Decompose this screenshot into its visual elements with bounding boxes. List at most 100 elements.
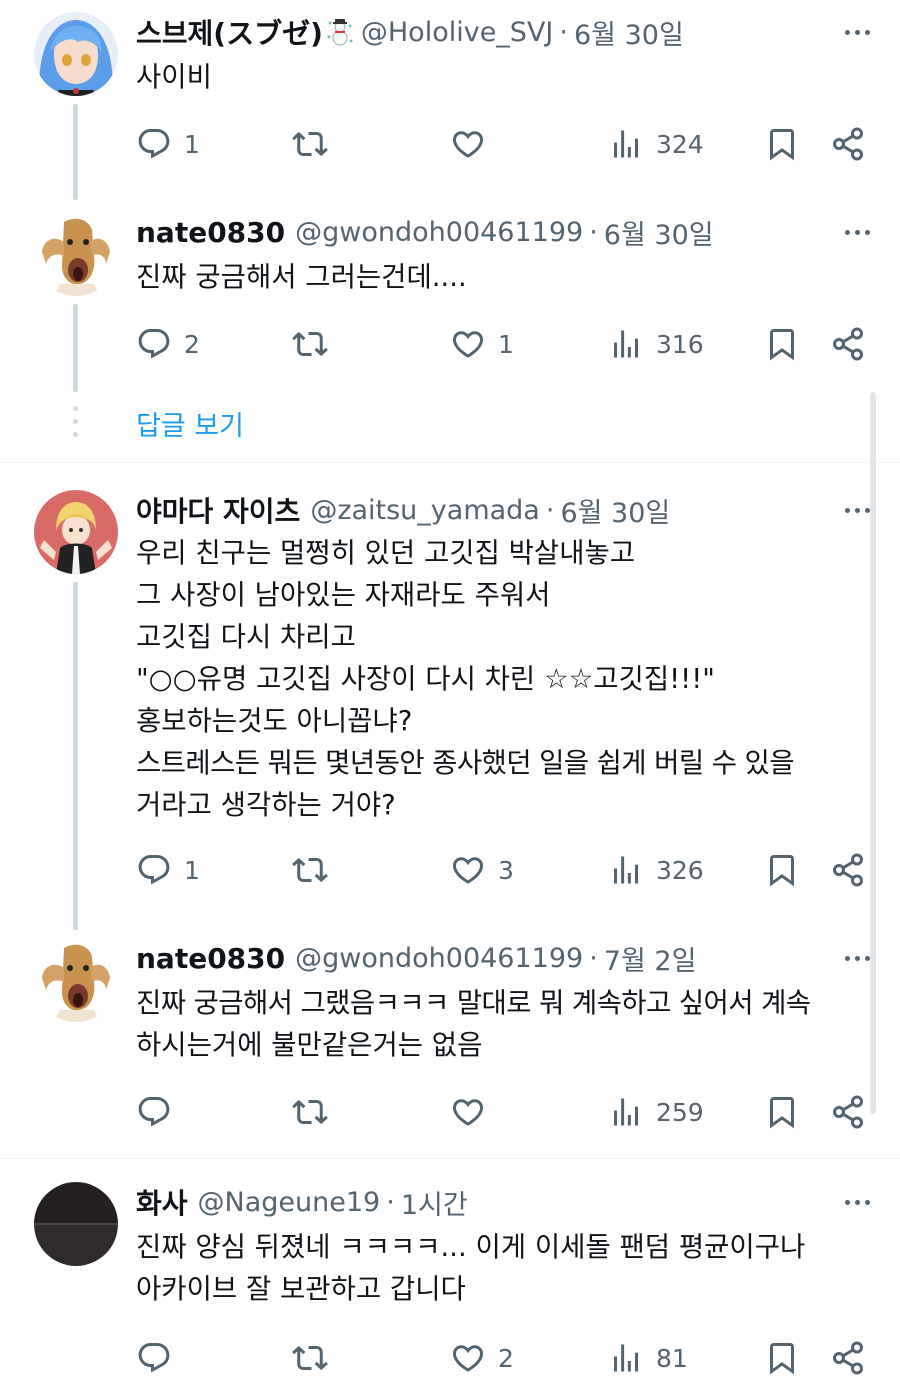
- separator-dot: ·: [559, 16, 568, 48]
- views-button[interactable]: 259: [608, 1092, 704, 1132]
- tweet-header: nate0830 @gwondoh00461199 · 7월 2일: [136, 938, 870, 978]
- bookmark-button[interactable]: [764, 1338, 800, 1378]
- like-button[interactable]: 2: [450, 1338, 514, 1378]
- retweet-icon: [292, 1340, 328, 1376]
- action-bar: 1 324: [136, 124, 876, 164]
- reply-button[interactable]: [136, 1338, 184, 1378]
- retweet-icon: [292, 852, 328, 888]
- share-icon: [830, 126, 866, 162]
- heart-icon: [450, 1340, 486, 1376]
- retweet-button[interactable]: [292, 124, 340, 164]
- tweet-header: nate0830 @gwondoh00461199 · 6월 30일: [136, 212, 870, 252]
- retweet-button[interactable]: [292, 850, 340, 890]
- timestamp[interactable]: 1시간: [401, 1183, 468, 1222]
- heart-icon: [450, 126, 486, 162]
- more-options-icon[interactable]: [845, 1182, 870, 1222]
- tweet-header: 스브제(スブゼ) @Hololive_SVJ · 6월 30일: [136, 12, 870, 52]
- avatar[interactable]: [34, 490, 118, 574]
- bookmark-button[interactable]: [764, 1092, 800, 1132]
- share-button[interactable]: [830, 124, 866, 164]
- view-count: 316: [656, 329, 704, 359]
- reply-count: 1: [184, 855, 200, 885]
- display-name[interactable]: 스브제(スブゼ): [136, 12, 323, 52]
- reply-button[interactable]: 1: [136, 850, 200, 890]
- action-bar: 1 3 326: [136, 850, 876, 890]
- display-name[interactable]: nate0830: [136, 216, 285, 249]
- handle[interactable]: @gwondoh00461199: [295, 217, 583, 248]
- separator-dot: ·: [589, 942, 598, 974]
- more-options-icon[interactable]: [845, 12, 870, 52]
- tweet-text: 우리 친구는 멀쩡히 있던 고깃집 박살내놓고 그 사장이 남아있는 자재라도 …: [136, 532, 874, 826]
- action-bar: 2 81: [136, 1338, 876, 1378]
- more-options-icon[interactable]: [845, 212, 870, 252]
- tweet[interactable]: nate0830 @gwondoh00461199 · 7월 2일 진짜 궁금해…: [0, 926, 900, 1156]
- timestamp[interactable]: 7월 2일: [604, 939, 697, 978]
- timestamp[interactable]: 6월 30일: [560, 491, 670, 530]
- avatar[interactable]: [34, 12, 118, 96]
- like-button[interactable]: [450, 124, 498, 164]
- tweet[interactable]: 스브제(スブゼ) @Hololive_SVJ · 6월 30일 사이비 1 32…: [0, 0, 900, 200]
- text-line: 진짜 궁금해서 그랬음ㅋㅋㅋ 말대로 뭐 계속하고 싶어서 계속: [136, 987, 811, 1019]
- bookmark-icon: [764, 1094, 800, 1130]
- views-button[interactable]: 316: [608, 324, 704, 364]
- views-icon: [608, 126, 644, 162]
- share-button[interactable]: [830, 1092, 866, 1132]
- handle[interactable]: @Nageune19: [198, 1187, 381, 1218]
- text-line: 진짜 궁금해서 그러는건데....: [136, 261, 467, 293]
- reply-button[interactable]: [136, 1092, 184, 1132]
- retweet-button[interactable]: [292, 324, 340, 364]
- display-name[interactable]: nate0830: [136, 942, 285, 975]
- avatar[interactable]: [34, 938, 118, 1022]
- retweet-button[interactable]: [292, 1092, 340, 1132]
- text-line: 거라고 생각하는 거야?: [136, 789, 396, 821]
- share-icon: [830, 326, 866, 362]
- views-button[interactable]: 326: [608, 850, 704, 890]
- retweet-icon: [292, 1094, 328, 1130]
- show-replies-link[interactable]: 답글 보기: [136, 404, 244, 443]
- handle[interactable]: @gwondoh00461199: [295, 943, 583, 974]
- reply-button[interactable]: 2: [136, 324, 200, 364]
- like-button[interactable]: [450, 1092, 498, 1132]
- avatar[interactable]: [34, 212, 118, 296]
- timestamp[interactable]: 6월 30일: [574, 13, 684, 52]
- reply-count: 1: [184, 129, 200, 159]
- share-button[interactable]: [830, 1338, 866, 1378]
- views-button[interactable]: 81: [608, 1338, 688, 1378]
- text-line: 고깃집 다시 차리고: [136, 621, 356, 653]
- views-icon: [608, 1340, 644, 1376]
- retweet-button[interactable]: [292, 1338, 340, 1378]
- views-button[interactable]: 324: [608, 124, 704, 164]
- scrollbar[interactable]: [870, 392, 876, 1114]
- bookmark-icon: [764, 326, 800, 362]
- avatar[interactable]: [34, 1182, 118, 1266]
- timestamp[interactable]: 6월 30일: [604, 213, 714, 252]
- bookmark-icon: [764, 126, 800, 162]
- views-icon: [608, 852, 644, 888]
- separator-dot: ·: [589, 216, 598, 248]
- text-line: "○○유명 고깃집 사장이 다시 차린 ☆☆고깃집!!!": [136, 663, 715, 695]
- more-options-icon[interactable]: [845, 938, 870, 978]
- separator-dot: ·: [545, 494, 555, 526]
- like-count: 1: [498, 329, 514, 359]
- tweet[interactable]: 야마다 자이츠 @zaitsu_yamada · 6월 30일 우리 친구는 멀…: [0, 478, 900, 930]
- share-button[interactable]: [830, 324, 866, 364]
- thread-line: [73, 304, 78, 392]
- more-options-icon[interactable]: [845, 490, 870, 530]
- bookmark-button[interactable]: [764, 850, 800, 890]
- display-name[interactable]: 야마다 자이츠: [136, 490, 300, 530]
- like-button[interactable]: 3: [450, 850, 514, 890]
- like-button[interactable]: 1: [450, 324, 514, 364]
- tweet-text: 진짜 양심 뒤졌네 ㅋㅋㅋㅋ... 이게 이세돌 팬덤 평균이구나 아카이브 잘…: [136, 1226, 874, 1310]
- tweet[interactable]: 화사 @Nageune19 · 1시간 진짜 양심 뒤졌네 ㅋㅋㅋㅋ... 이게…: [0, 1170, 900, 1397]
- bookmark-button[interactable]: [764, 124, 800, 164]
- reply-button[interactable]: 1: [136, 124, 200, 164]
- retweet-icon: [292, 126, 328, 162]
- handle[interactable]: @Hololive_SVJ: [361, 17, 554, 48]
- bookmark-button[interactable]: [764, 324, 800, 364]
- display-name[interactable]: 화사: [136, 1182, 188, 1222]
- text-line: 진짜 양심 뒤졌네 ㅋㅋㅋㅋ... 이게 이세돌 팬덤 평균이구나: [136, 1231, 806, 1263]
- handle[interactable]: @zaitsu_yamada: [310, 495, 540, 526]
- divider: [0, 462, 900, 463]
- tweet[interactable]: nate0830 @gwondoh00461199 · 6월 30일 진짜 궁금…: [0, 200, 900, 392]
- share-button[interactable]: [830, 850, 866, 890]
